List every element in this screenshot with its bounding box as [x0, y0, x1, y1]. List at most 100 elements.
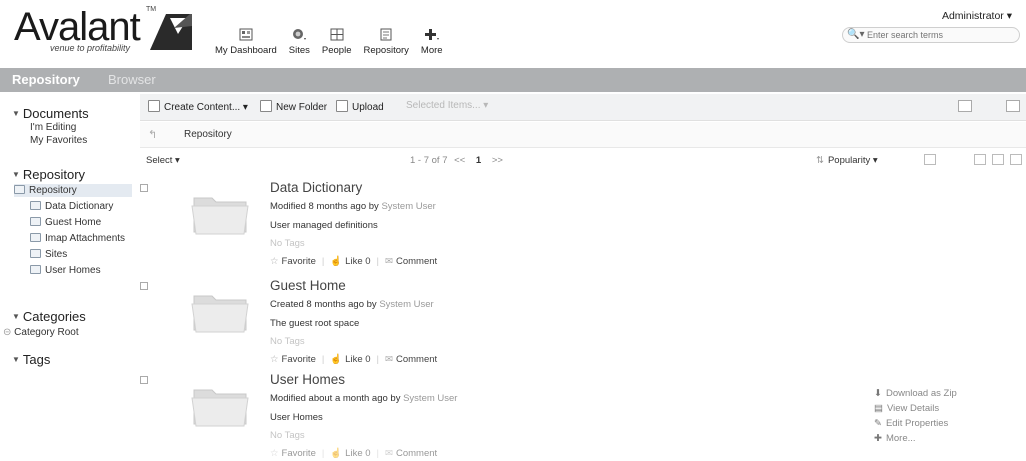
item-social-actions: ☆ Favorite | ☝ Like 0 | ✉ Comment — [270, 256, 437, 267]
item-description: The guest root space — [270, 318, 360, 329]
details-icon: ▤ — [874, 403, 883, 414]
show-folders-icon[interactable] — [924, 154, 936, 165]
comment-action[interactable]: ✉ Comment — [385, 354, 437, 365]
sidebar-section-documents[interactable]: ▼ Documents — [12, 106, 89, 121]
item-modified: Modified 8 months ago by System User — [270, 201, 436, 212]
sidebar-item-repository-root[interactable]: Repository — [14, 184, 132, 197]
list-item: Guest Home Created 8 months ago by Syste… — [140, 278, 1026, 376]
sidebar-item-label: Sites — [45, 249, 68, 260]
paging-next[interactable]: >> — [492, 155, 503, 166]
rss-icon[interactable] — [1006, 100, 1020, 112]
main-nav: My Dashboard Sites People Repository Mor… — [215, 26, 455, 66]
detailed-view-icon[interactable] — [992, 154, 1004, 165]
user-link[interactable]: System User — [403, 393, 457, 404]
search-input[interactable] — [867, 29, 1015, 41]
search-box: 🔍▾ — [842, 27, 1020, 43]
sidebar-section-categories[interactable]: ▼ Categories — [12, 309, 86, 324]
caret-down-icon: ▼ — [12, 355, 20, 364]
nav-more[interactable]: More — [421, 26, 443, 66]
upload-icon — [336, 100, 348, 112]
sidebar-item-my-favorites[interactable]: My Favorites — [30, 135, 87, 146]
sidebar-item-user-homes[interactable]: User Homes — [30, 265, 101, 276]
breadcrumb-repository[interactable]: Repository — [184, 129, 232, 140]
avalant-logo[interactable]: Avalant venue to profitability TM — [14, 6, 194, 58]
item-social-actions: ☆ Favorite | ☝ Like 0 | ✉ Comment — [270, 354, 437, 365]
folder-thumbnail-icon[interactable] — [190, 382, 250, 428]
plus-icon: ✚ — [874, 433, 882, 444]
new-folder-button[interactable]: New Folder — [260, 100, 327, 113]
sidebar-section-repository[interactable]: ▼ Repository — [12, 167, 85, 182]
simple-view-icon[interactable] — [974, 154, 986, 165]
action-label: Edit Properties — [885, 418, 949, 429]
page-subtitle: Browser — [108, 72, 156, 87]
sort-menu-button[interactable]: ⇅ Popularity ▾ — [816, 155, 878, 166]
select-menu-button[interactable]: Select ▾ — [146, 155, 180, 166]
favorite-action[interactable]: ☆ Favorite — [270, 448, 316, 459]
more-actions[interactable]: ✚ More... — [874, 433, 916, 444]
upload-button[interactable]: Upload — [336, 100, 384, 113]
gallery-view-icon[interactable] — [1010, 154, 1022, 165]
favorite-label: Favorite — [281, 448, 316, 459]
like-action[interactable]: ☝ Like 0 — [330, 256, 370, 267]
view-details-action[interactable]: ▤ View Details — [874, 403, 939, 414]
comment-label: Comment — [395, 448, 438, 459]
favorite-action[interactable]: ☆ Favorite — [270, 354, 316, 365]
nav-my-dashboard[interactable]: My Dashboard — [215, 26, 277, 66]
comment-action[interactable]: ✉ Comment — [385, 448, 437, 459]
sidebar-item-sites[interactable]: Sites — [30, 249, 67, 260]
comment-action[interactable]: ✉ Comment — [385, 256, 437, 267]
edit-properties-action[interactable]: ✎ Edit Properties — [874, 418, 948, 429]
sidebar-item-data-dictionary[interactable]: Data Dictionary — [30, 201, 113, 212]
search-icon[interactable]: 🔍▾ — [847, 29, 864, 40]
star-icon: ☆ — [270, 256, 279, 267]
new-folder-icon — [260, 100, 272, 112]
download-zip-action[interactable]: ⬇ Download as Zip — [874, 388, 957, 399]
like-count: 0 — [365, 256, 371, 267]
comment-icon: ✉ — [385, 354, 393, 365]
user-link[interactable]: System User — [379, 299, 433, 310]
like-count: 0 — [365, 354, 371, 365]
folder-icon — [30, 233, 41, 242]
create-content-button[interactable]: Create Content... ▾ — [148, 100, 248, 113]
folder-thumbnail-icon[interactable] — [190, 288, 250, 334]
nav-label: People — [321, 45, 352, 56]
category-icon: ⊝ — [3, 327, 12, 338]
row-checkbox[interactable] — [140, 282, 148, 290]
like-action[interactable]: ☝ Like 0 — [330, 354, 370, 365]
item-name[interactable]: Data Dictionary — [270, 180, 362, 195]
people-icon — [328, 26, 346, 42]
sidebar-item-guest-home[interactable]: Guest Home — [30, 217, 101, 228]
paging-current-page[interactable]: 1 — [476, 155, 481, 166]
download-icon: ⬇ — [874, 388, 882, 399]
thumbs-up-icon: ☝ — [330, 256, 343, 267]
comment-label: Comment — [395, 256, 438, 267]
app-header: Avalant venue to profitability TM My Das… — [0, 0, 1026, 68]
row-checkbox[interactable] — [140, 376, 148, 384]
nav-repository[interactable]: Repository — [364, 26, 409, 66]
like-action[interactable]: ☝ Like 0 — [330, 448, 370, 459]
item-name[interactable]: Guest Home — [270, 278, 346, 293]
sidebar-section-tags[interactable]: ▼ Tags — [12, 352, 50, 367]
folder-thumbnail-icon[interactable] — [190, 190, 250, 236]
sort-order-icon: ⇅ — [816, 155, 824, 166]
panel-toggle-icon[interactable] — [958, 100, 972, 112]
row-checkbox[interactable] — [140, 184, 148, 192]
paging-prev[interactable]: << — [454, 155, 465, 166]
user-menu[interactable]: Administrator ▾ — [942, 10, 1012, 22]
sites-icon — [290, 26, 308, 42]
list-item: Data Dictionary Modified 8 months ago by… — [140, 180, 1026, 278]
edit-icon: ✎ — [874, 418, 882, 429]
favorite-action[interactable]: ☆ Favorite — [270, 256, 316, 267]
sidebar-item-imap-attachments[interactable]: Imap Attachments — [30, 233, 125, 244]
user-link[interactable]: System User — [381, 201, 435, 212]
repository-icon — [377, 26, 395, 42]
page-title-bar: Repository Browser — [0, 68, 1026, 92]
action-label: View Details — [886, 403, 940, 414]
selected-items-button[interactable]: Selected Items... ▾ — [406, 100, 488, 111]
nav-sites[interactable]: Sites — [289, 26, 310, 66]
sidebar-item-im-editing[interactable]: I'm Editing — [30, 122, 76, 133]
folder-up-icon[interactable]: ↰ — [148, 128, 157, 141]
item-name[interactable]: User Homes — [270, 372, 345, 387]
nav-people[interactable]: People — [322, 26, 352, 66]
sidebar-item-category-root[interactable]: ⊝ Category Root — [3, 327, 79, 338]
